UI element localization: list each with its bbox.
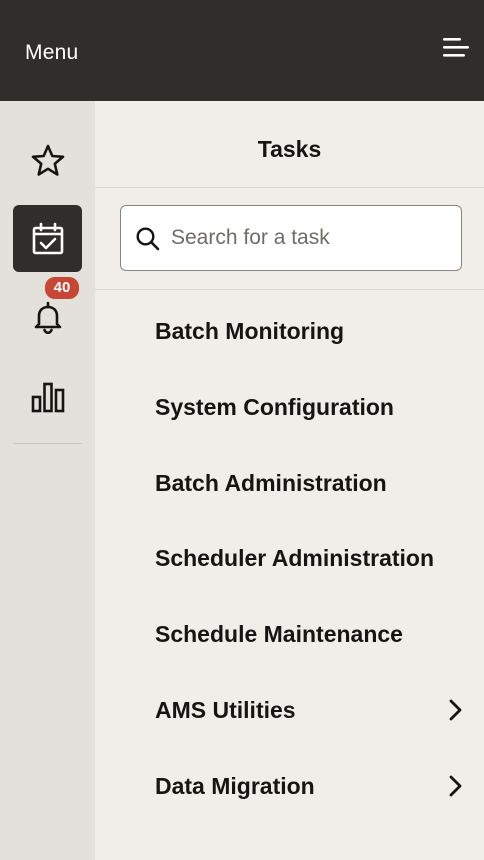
rail-item-reports[interactable]	[13, 363, 82, 430]
chevron-right-icon	[449, 775, 462, 797]
bell-icon	[34, 301, 61, 334]
star-icon	[31, 144, 64, 176]
task-label: Scheduler Administration	[155, 545, 435, 572]
task-label: Batch Monitoring	[155, 318, 345, 344]
task-search-box[interactable]	[120, 205, 462, 271]
bar-chart-icon	[31, 382, 64, 412]
task-label: Batch Administration	[155, 469, 387, 496]
task-item-ams-utilities[interactable]: AMS Utilities	[95, 673, 484, 749]
task-item-schedule-maintenance[interactable]: Schedule Maintenance	[95, 597, 484, 673]
rail-item-tasks[interactable]	[13, 205, 82, 272]
nav-rail: 40	[0, 101, 95, 860]
panel-title: Tasks	[257, 136, 322, 162]
task-label: Data Migration	[155, 772, 315, 799]
title-divider	[95, 187, 484, 188]
task-label: System Configuration	[155, 393, 394, 420]
header-title: Menu	[25, 41, 79, 64]
task-label: Schedule Maintenance	[155, 621, 403, 648]
app-header: Menu	[0, 0, 484, 101]
app-window: Menu 40 Tasks Search for a task Batch Mo…	[0, 0, 484, 860]
task-item-scheduler-administration[interactable]: Scheduler Administration	[95, 521, 484, 597]
chevron-right-icon	[449, 699, 462, 721]
tasks-panel: Tasks Batch Monitoring System Configurat…	[95, 101, 484, 860]
task-label: AMS Utilities	[155, 696, 296, 723]
rail-item-favorites[interactable]	[13, 127, 82, 194]
task-search-input[interactable]	[171, 207, 451, 269]
task-item-data-migration[interactable]: Data Migration	[95, 749, 484, 825]
notification-count-badge: 40	[43, 275, 81, 301]
rail-divider	[13, 443, 82, 444]
hamburger-menu-icon[interactable]	[440, 36, 470, 60]
task-item-system-configuration[interactable]: System Configuration	[95, 370, 484, 446]
task-item-batch-monitoring[interactable]: Batch Monitoring	[95, 294, 484, 370]
calendar-check-icon	[32, 222, 63, 254]
search-divider	[95, 289, 484, 290]
task-list: Batch Monitoring System Configuration Ba…	[95, 294, 484, 825]
search-icon	[136, 227, 160, 251]
rail-item-notifications[interactable]: 40	[13, 275, 82, 350]
task-item-batch-administration[interactable]: Batch Administration	[95, 446, 484, 522]
